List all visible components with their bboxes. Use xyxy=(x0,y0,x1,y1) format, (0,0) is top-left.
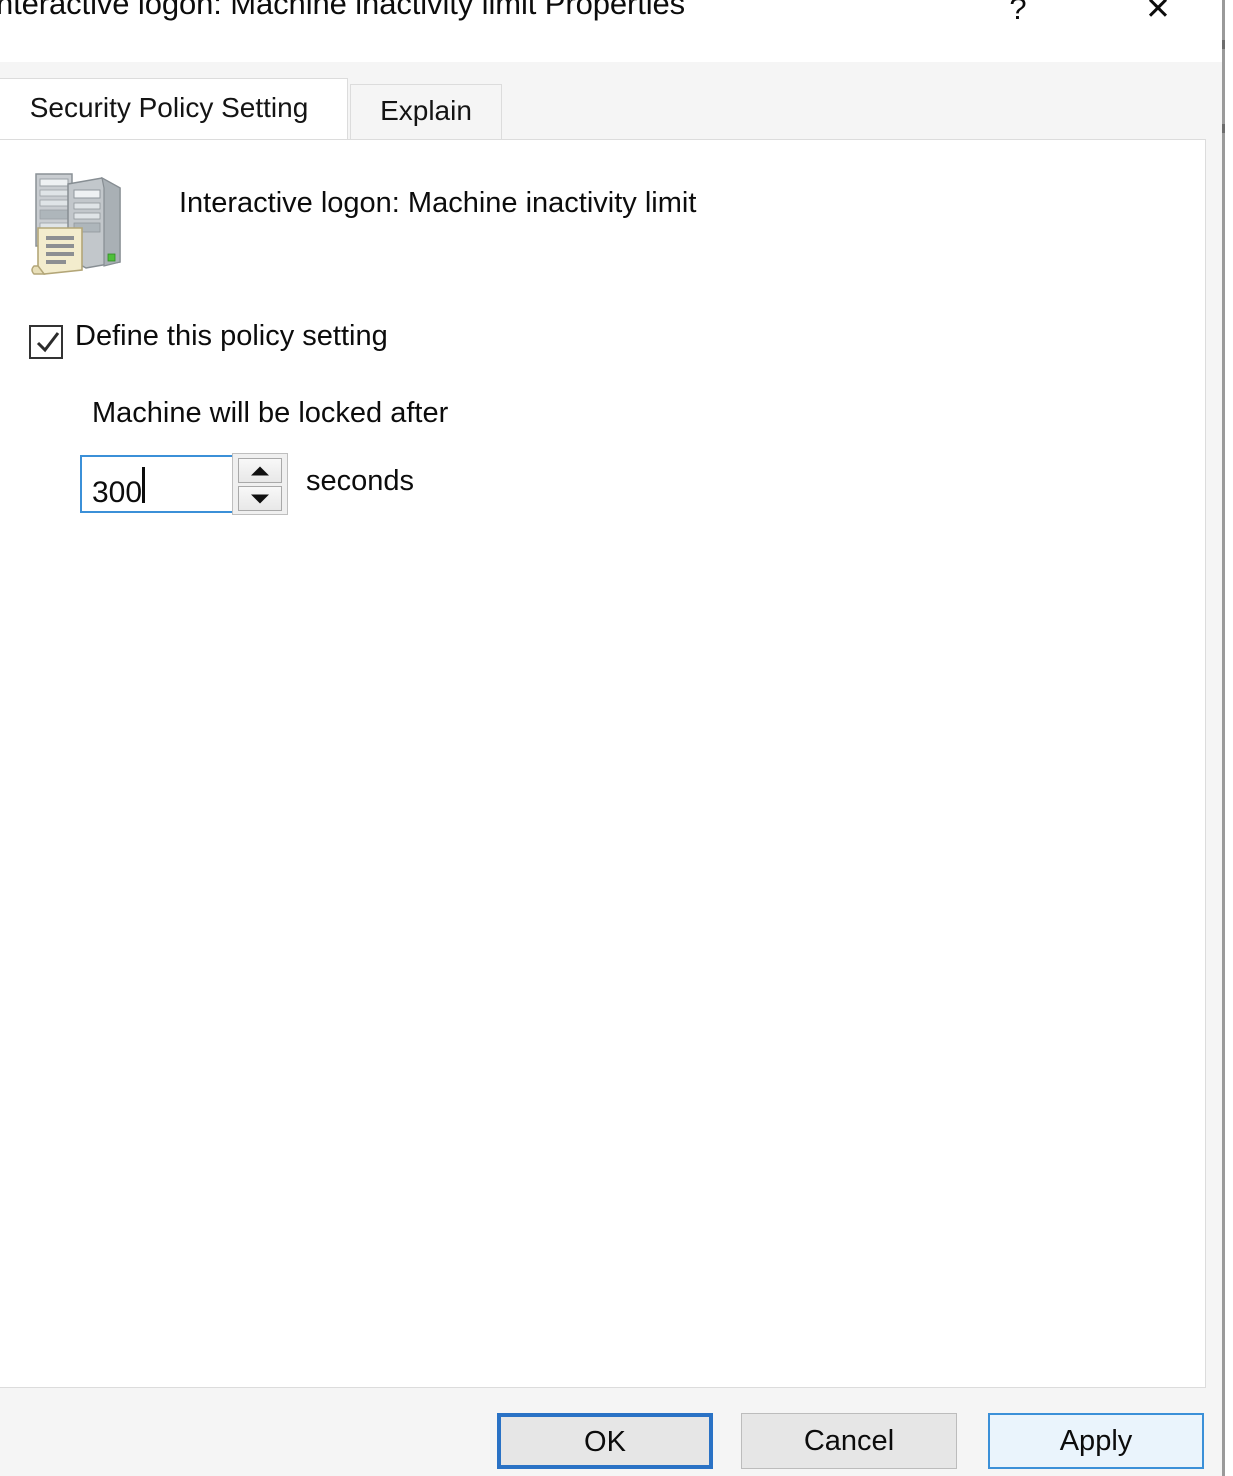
apply-button[interactable]: Apply xyxy=(988,1413,1204,1469)
stepper-up-button[interactable] xyxy=(238,458,282,483)
caret-up-icon xyxy=(251,466,269,475)
tab-strip: Security Policy Setting Explain xyxy=(0,62,1222,140)
dialog-button-bar: OK Cancel Apply xyxy=(0,1388,1222,1476)
seconds-stepper xyxy=(232,453,288,515)
ok-button[interactable]: OK xyxy=(497,1413,713,1469)
tab-explain[interactable]: Explain xyxy=(350,84,502,140)
text-caret xyxy=(142,467,145,503)
help-icon[interactable]: ? xyxy=(985,0,1051,40)
stepper-down-button[interactable] xyxy=(238,486,282,511)
checkmark-icon xyxy=(36,332,60,353)
seconds-field-group: 300 xyxy=(80,453,288,515)
properties-dialog: nteractive logon: Machine inactivity lim… xyxy=(0,0,1228,1476)
seconds-unit-label: seconds xyxy=(306,465,415,497)
seconds-input[interactable]: 300 xyxy=(80,455,232,513)
define-policy-label: Define this policy setting xyxy=(75,320,388,352)
tab-security-policy-setting[interactable]: Security Policy Setting xyxy=(0,78,348,140)
window-title: nteractive logon: Machine inactivity lim… xyxy=(0,0,686,21)
policy-name: Interactive logon: Machine inactivity li… xyxy=(179,187,697,219)
title-bar: nteractive logon: Machine inactivity lim… xyxy=(0,0,1222,62)
caret-down-icon xyxy=(251,494,269,503)
window-outer-background xyxy=(1225,0,1233,1476)
seconds-input-value: 300 xyxy=(92,476,143,509)
close-icon[interactable]: ✕ xyxy=(1125,0,1191,40)
cancel-button[interactable]: Cancel xyxy=(741,1413,957,1469)
define-policy-checkbox[interactable] xyxy=(29,325,63,359)
policy-header: Interactive logon: Machine inactivity li… xyxy=(0,140,1205,280)
tab-content-panel: Interactive logon: Machine inactivity li… xyxy=(0,139,1206,1388)
locked-after-label: Machine will be locked after xyxy=(92,397,449,429)
server-policy-icon xyxy=(31,173,121,275)
